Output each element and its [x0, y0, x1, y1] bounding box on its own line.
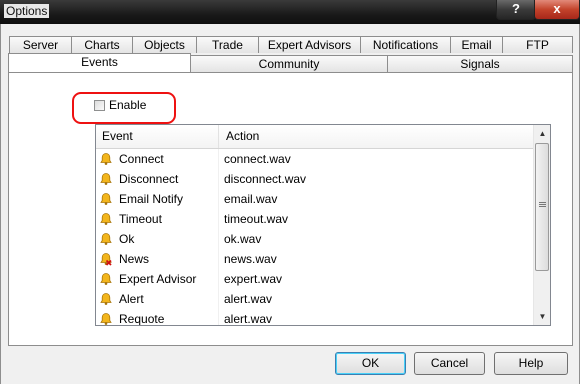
tab-expert-advisors[interactable]: Expert Advisors [258, 36, 361, 53]
event-name: Expert Advisor [119, 272, 197, 286]
event-name: Email Notify [119, 192, 184, 206]
table-row[interactable]: Disconnect disconnect.wav [96, 169, 533, 189]
action-cell[interactable]: disconnect.wav [220, 169, 524, 189]
scroll-grip-icon [539, 202, 546, 203]
event-name: Alert [119, 292, 144, 306]
action-cell[interactable]: news.wav [220, 249, 524, 269]
event-name: Timeout [119, 212, 162, 226]
event-name: Disconnect [119, 172, 179, 186]
bell-icon [99, 152, 113, 166]
tab-ftp[interactable]: FTP [502, 36, 573, 53]
event-cell: Expert Advisor [96, 269, 219, 289]
bell-disabled-icon [99, 252, 113, 266]
action-cell[interactable]: connect.wav [220, 149, 524, 169]
bell-icon [99, 192, 113, 206]
column-header-event[interactable]: Event [96, 125, 219, 148]
events-rows: Connect connect.wav Disconnect disconnect.w… [96, 149, 533, 326]
event-cell: Disconnect [96, 169, 219, 189]
enable-checkbox-control[interactable]: Enable [94, 98, 146, 112]
event-name: News [119, 252, 150, 266]
column-header-action[interactable]: Action [220, 125, 533, 148]
scroll-up-arrow-icon[interactable]: ▲ [534, 125, 550, 142]
table-row[interactable]: News news.wav [96, 249, 533, 269]
title-close-button[interactable]: x [534, 0, 580, 20]
action-cell[interactable]: alert.wav [220, 289, 524, 309]
action-cell[interactable]: ok.wav [220, 229, 524, 249]
enable-checkbox[interactable] [94, 99, 105, 111]
event-cell: Ok [96, 229, 219, 249]
table-row[interactable]: Alert alert.wav [96, 289, 533, 309]
title-bar[interactable]: Options ? x [0, 0, 580, 24]
cancel-button[interactable]: Cancel [414, 352, 485, 375]
event-cell: Alert [96, 289, 219, 309]
bell-icon [99, 172, 113, 186]
events-list[interactable]: Event Action Connect connect.wav Disconnec… [95, 124, 551, 326]
table-row[interactable]: Ok ok.wav [96, 229, 533, 249]
event-cell: Requote [96, 309, 219, 326]
ok-button[interactable]: OK [335, 352, 406, 375]
tab-community[interactable]: Community [190, 55, 388, 72]
scroll-thumb[interactable] [535, 143, 549, 271]
list-header: Event Action [96, 125, 533, 149]
tab-email[interactable]: Email [450, 36, 503, 53]
tab-server[interactable]: Server [9, 36, 72, 53]
help-button[interactable]: Help [494, 352, 568, 375]
action-cell[interactable]: expert.wav [220, 269, 524, 289]
tab-objects[interactable]: Objects [132, 36, 197, 53]
action-cell[interactable]: timeout.wav [220, 209, 524, 229]
action-cell[interactable]: alert.wav [220, 309, 524, 325]
title-help-button[interactable]: ? [496, 0, 536, 20]
bell-icon [99, 212, 113, 226]
window-title: Options [4, 4, 50, 18]
vertical-scrollbar[interactable]: ▲ ▼ [533, 125, 550, 325]
event-name: Requote [119, 312, 165, 326]
tab-trade[interactable]: Trade [196, 36, 259, 53]
table-row[interactable]: Email Notify email.wav [96, 189, 533, 209]
event-name: Connect [119, 152, 164, 166]
event-name: Ok [119, 232, 135, 246]
table-row[interactable]: Connect connect.wav [96, 149, 533, 169]
tab-charts[interactable]: Charts [71, 36, 133, 53]
tab-signals[interactable]: Signals [387, 55, 573, 72]
bell-icon [99, 272, 113, 286]
event-cell: News [96, 249, 219, 269]
table-row[interactable]: Expert Advisor expert.wav [96, 269, 533, 289]
enable-label[interactable]: Enable [109, 98, 146, 112]
event-cell: Connect [96, 149, 219, 169]
bell-icon [99, 292, 113, 306]
event-cell: Timeout [96, 209, 219, 229]
bell-icon [99, 312, 113, 325]
tab-notifications[interactable]: Notifications [360, 36, 451, 53]
tab-events[interactable]: Events [8, 53, 191, 72]
scroll-down-arrow-icon[interactable]: ▼ [534, 308, 550, 325]
table-row[interactable]: Requote alert.wav [96, 309, 533, 326]
bell-icon [99, 232, 113, 246]
action-cell[interactable]: email.wav [220, 189, 524, 209]
event-cell: Email Notify [96, 189, 219, 209]
table-row[interactable]: Timeout timeout.wav [96, 209, 533, 229]
